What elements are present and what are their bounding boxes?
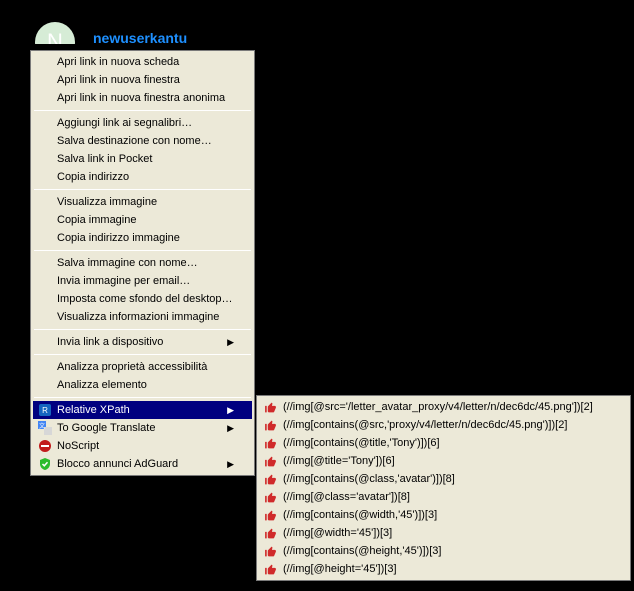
menu-image-info[interactable]: Visualizza informazioni immagine [33, 308, 252, 326]
xpath-text: (//img[@src='/letter_avatar_proxy/v4/let… [283, 401, 593, 413]
menu-email-image[interactable]: Invia immagine per email… [33, 272, 252, 290]
xpath-submenu: (//img[@src='/letter_avatar_proxy/v4/let… [256, 395, 631, 581]
menu-label: Invia immagine per email… [57, 275, 190, 287]
menu-bookmark-link[interactable]: Aggiungi link ai segnalibri… [33, 114, 252, 132]
menu-label: Aggiungi link ai segnalibri… [57, 117, 192, 129]
menu-copy-image-url[interactable]: Copia indirizzo immagine [33, 229, 252, 247]
xpath-text: (//img[contains(@class,'avatar')])[8] [283, 473, 455, 485]
menu-save-link-as[interactable]: Salva destinazione con nome… [33, 132, 252, 150]
xpath-suggestion[interactable]: (//img[@title='Tony'])[6] [259, 452, 628, 470]
thumbs-up-icon [263, 454, 277, 468]
xpath-text: (//img[@height='45'])[3] [283, 563, 397, 575]
menu-copy-link[interactable]: Copia indirizzo [33, 168, 252, 186]
svg-text:R: R [42, 406, 48, 415]
menu-label: Visualizza immagine [57, 196, 157, 208]
thumbs-up-icon [263, 562, 277, 576]
menu-relative-xpath[interactable]: R Relative XPath ▶ [33, 401, 252, 419]
menu-send-link-device[interactable]: Invia link a dispositivo ▶ [33, 333, 252, 351]
submenu-arrow-icon: ▶ [227, 337, 234, 348]
submenu-arrow-icon: ▶ [227, 405, 234, 416]
menu-label: Relative XPath [57, 404, 130, 416]
thumbs-up-icon [263, 508, 277, 522]
thumbs-up-icon [263, 436, 277, 450]
menu-label: Analizza proprietà accessibilità [57, 361, 207, 373]
separator [34, 354, 251, 355]
menu-set-desktop-bg[interactable]: Imposta come sfondo del desktop… [33, 290, 252, 308]
separator [34, 250, 251, 251]
menu-label: Apri link in nuova finestra anonima [57, 92, 225, 104]
thumbs-up-icon [263, 418, 277, 432]
separator [34, 397, 251, 398]
menu-label: Salva destinazione con nome… [57, 135, 212, 147]
xpath-suggestion[interactable]: (//img[@width='45'])[3] [259, 524, 628, 542]
submenu-arrow-icon: ▶ [227, 459, 234, 470]
separator [34, 110, 251, 111]
menu-label: NoScript [57, 440, 99, 452]
menu-open-private-window[interactable]: Apri link in nuova finestra anonima [33, 89, 252, 107]
thumbs-up-icon [263, 490, 277, 504]
menu-label: Copia indirizzo [57, 171, 129, 183]
menu-label: Apri link in nuova finestra [57, 74, 180, 86]
menu-google-translate[interactable]: 文 To Google Translate ▶ [33, 419, 252, 437]
thumbs-up-icon [263, 472, 277, 486]
menu-inspect-accessibility[interactable]: Analizza proprietà accessibilità [33, 358, 252, 376]
username-link[interactable]: newuserkantu [93, 30, 187, 46]
menu-adguard[interactable]: Blocco annunci AdGuard ▶ [33, 455, 252, 473]
menu-label: Apri link in nuova scheda [57, 56, 179, 68]
menu-label: Visualizza informazioni immagine [57, 311, 219, 323]
thumbs-up-icon [263, 400, 277, 414]
menu-label: Salva link in Pocket [57, 153, 152, 165]
xpath-text: (//img[@title='Tony'])[6] [283, 455, 395, 467]
menu-open-new-tab[interactable]: Apri link in nuova scheda [33, 53, 252, 71]
xpath-suggestion[interactable]: (//img[contains(@height,'45')])[3] [259, 542, 628, 560]
menu-inspect-element[interactable]: Analizza elemento [33, 376, 252, 394]
separator [34, 189, 251, 190]
xpath-text: (//img[contains(@height,'45')])[3] [283, 545, 441, 557]
xpath-suggestion[interactable]: (//img[@class='avatar'])[8] [259, 488, 628, 506]
menu-label: To Google Translate [57, 422, 155, 434]
thumbs-up-icon [263, 526, 277, 540]
menu-copy-image[interactable]: Copia immagine [33, 211, 252, 229]
context-menu: Apri link in nuova scheda Apri link in n… [30, 50, 255, 476]
submenu-arrow-icon: ▶ [227, 423, 234, 434]
relxpath-icon: R [37, 402, 53, 418]
menu-label: Analizza elemento [57, 379, 147, 391]
menu-label: Salva immagine con nome… [57, 257, 198, 269]
xpath-suggestion[interactable]: (//img[@height='45'])[3] [259, 560, 628, 578]
menu-label: Invia link a dispositivo [57, 336, 163, 348]
menu-label: Copia indirizzo immagine [57, 232, 180, 244]
xpath-suggestion[interactable]: (//img[contains(@class,'avatar')])[8] [259, 470, 628, 488]
separator [34, 329, 251, 330]
xpath-suggestion[interactable]: (//img[contains(@src,'proxy/v4/letter/n/… [259, 416, 628, 434]
xpath-suggestion[interactable]: (//img[contains(@title,'Tony')])[6] [259, 434, 628, 452]
thumbs-up-icon [263, 544, 277, 558]
menu-label: Blocco annunci AdGuard [57, 458, 178, 470]
xpath-text: (//img[contains(@title,'Tony')])[6] [283, 437, 440, 449]
xpath-text: (//img[contains(@width,'45')])[3] [283, 509, 437, 521]
menu-open-new-window[interactable]: Apri link in nuova finestra [33, 71, 252, 89]
xpath-text: (//img[@class='avatar'])[8] [283, 491, 410, 503]
svg-text:文: 文 [39, 422, 45, 430]
menu-noscript[interactable]: NoScript [33, 437, 252, 455]
noscript-icon [37, 438, 53, 454]
translate-icon: 文 [37, 420, 53, 436]
xpath-suggestion[interactable]: (//img[@src='/letter_avatar_proxy/v4/let… [259, 398, 628, 416]
menu-save-image-as[interactable]: Salva immagine con nome… [33, 254, 252, 272]
menu-label: Imposta come sfondo del desktop… [57, 293, 232, 305]
adguard-icon [37, 456, 53, 472]
xpath-suggestion[interactable]: (//img[contains(@width,'45')])[3] [259, 506, 628, 524]
menu-label: Copia immagine [57, 214, 136, 226]
menu-view-image[interactable]: Visualizza immagine [33, 193, 252, 211]
xpath-text: (//img[contains(@src,'proxy/v4/letter/n/… [283, 419, 567, 431]
menu-save-pocket[interactable]: Salva link in Pocket [33, 150, 252, 168]
xpath-text: (//img[@width='45'])[3] [283, 527, 392, 539]
